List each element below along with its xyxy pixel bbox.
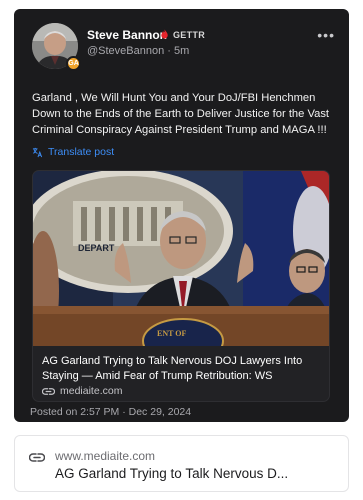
verified-icon (161, 29, 168, 39)
post-card: GA Steve Bannon GETTR @SteveBannon · 5m … (14, 9, 349, 422)
translate-button[interactable]: Translate post (32, 146, 114, 158)
link-preview-title[interactable]: AG Garland Trying to Talk Nervous D... (55, 466, 340, 481)
post-text: Garland , We Will Hunt You and Your DoJ/… (32, 92, 330, 136)
translate-label: Translate post (48, 146, 115, 158)
posted-timestamp: Posted on 2:57 PM · Dec 29, 2024 (30, 406, 192, 418)
media-image[interactable]: DEPART ENT OF (33, 171, 330, 346)
platform-label: GETTR (173, 30, 205, 40)
author-handle[interactable]: @SteveBannon · 5m (87, 45, 189, 57)
author-display-name[interactable]: Steve Bannon (87, 28, 167, 42)
avatar-badge: GA (66, 56, 81, 71)
link-preview-domain: www.mediaite.com (55, 449, 156, 463)
media-headline[interactable]: AG Garland Trying to Talk Nervous DOJ La… (42, 354, 324, 383)
media-domain-link[interactable]: mediaite.com (42, 385, 122, 397)
link-icon (42, 387, 55, 395)
link-preview-card[interactable]: www.mediaite.com AG Garland Trying to Ta… (14, 435, 349, 492)
link-icon (29, 453, 45, 462)
more-options-icon[interactable]: ••• (317, 27, 335, 43)
media-card[interactable]: DEPART ENT OF AG Garland Trying to Talk … (32, 170, 330, 402)
media-domain: mediaite.com (60, 385, 123, 397)
translate-icon (32, 147, 43, 157)
